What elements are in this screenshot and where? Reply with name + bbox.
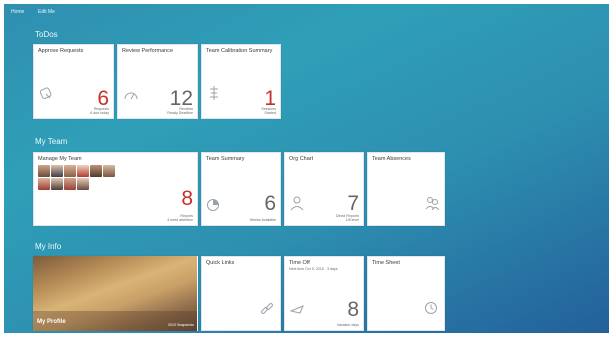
tile-approve-requests[interactable]: Approve Requests 6 Requests 6 due today xyxy=(33,44,114,119)
people-icon xyxy=(425,197,440,211)
tile-title: Approve Requests xyxy=(38,48,84,54)
calibration-icon xyxy=(210,86,218,100)
profile-subtitle: 2010 Snapshots xyxy=(168,323,194,327)
tile-subtitle: Vacation days xyxy=(336,322,359,327)
tile-title: Team Absences xyxy=(372,156,411,162)
launchpad-screen: Home Edit Me ToDos Approve Requests 6 Re… xyxy=(4,4,609,333)
avatar xyxy=(64,165,76,177)
tile-subtitle: Sessions Started xyxy=(261,106,276,115)
tile-value: 8 xyxy=(347,298,359,321)
tile-time-sheet[interactable]: Time Sheet xyxy=(367,256,445,331)
tile-my-profile[interactable]: My Profile 2010 Snapshots xyxy=(33,256,198,331)
tile-title: Manage My Team xyxy=(38,156,82,162)
avatar xyxy=(103,165,115,177)
org-chart-icon xyxy=(290,196,304,211)
plane-icon xyxy=(290,305,304,314)
gauge-icon xyxy=(124,92,138,100)
tile-subtitle: Requests 6 due today xyxy=(90,106,109,115)
tile-title: Time Sheet xyxy=(372,260,400,266)
section-title-my-info: My Info xyxy=(35,242,62,251)
tile-title: Org Chart xyxy=(289,156,314,162)
tile-value: 8 xyxy=(181,187,193,210)
avatar xyxy=(38,165,50,177)
tile-org-chart[interactable]: Org Chart 7 Direct Reports 1/8 level xyxy=(284,152,364,226)
clock-icon xyxy=(425,302,437,314)
link-icon xyxy=(261,303,273,314)
tile-value: 7 xyxy=(347,192,359,215)
avatar xyxy=(77,178,89,190)
tile-detail: Next time Oct 5, 2015 · 3 days xyxy=(289,267,338,271)
tile-title: Team Summary xyxy=(206,156,245,162)
avatar xyxy=(38,178,50,190)
avatar xyxy=(51,178,63,190)
tile-time-off[interactable]: Time Off Next time Oct 5, 2015 · 3 days … xyxy=(284,256,364,331)
tile-quick-links[interactable]: Quick Links xyxy=(201,256,281,331)
tile-team-summary[interactable]: Team Summary 6 Weeks Available xyxy=(201,152,281,226)
tile-subtitle: Reviews Ready Deadline xyxy=(167,106,193,115)
avatar xyxy=(90,165,102,177)
tile-value: 6 xyxy=(264,192,276,215)
home-link[interactable]: Home xyxy=(11,9,24,15)
tile-title: Time Off xyxy=(289,260,310,266)
profile-name: My Profile xyxy=(37,319,66,325)
approve-icon xyxy=(40,87,52,100)
avatar xyxy=(51,165,63,177)
avatar xyxy=(64,178,76,190)
pie-chart-icon xyxy=(207,199,219,211)
avatar xyxy=(77,165,89,177)
tile-subtitle: Weeks Available xyxy=(249,217,276,222)
top-bar: Home Edit Me xyxy=(4,4,609,20)
section-title-todos: ToDos xyxy=(35,30,58,39)
tile-subtitle: Reports 4 need attention xyxy=(167,213,193,222)
edit-link[interactable]: Edit Me xyxy=(38,9,55,15)
tile-manage-my-team[interactable]: Manage My Team 8 Reports 4 need attention xyxy=(33,152,198,226)
section-title-my-team: My Team xyxy=(35,137,68,146)
tile-team-calibration-summary[interactable]: Team Calibration Summary 1 Sessions Start… xyxy=(201,44,281,119)
tile-title: Review Performance xyxy=(122,48,174,54)
tile-title: Team Calibration Summary xyxy=(206,48,273,54)
tile-review-performance[interactable]: Review Performance 12 Reviews Ready Deadl… xyxy=(117,44,198,119)
tile-title: Quick Links xyxy=(206,260,235,266)
tile-subtitle: Direct Reports 1/8 level xyxy=(336,213,359,222)
tile-team-absences[interactable]: Team Absences xyxy=(367,152,445,226)
